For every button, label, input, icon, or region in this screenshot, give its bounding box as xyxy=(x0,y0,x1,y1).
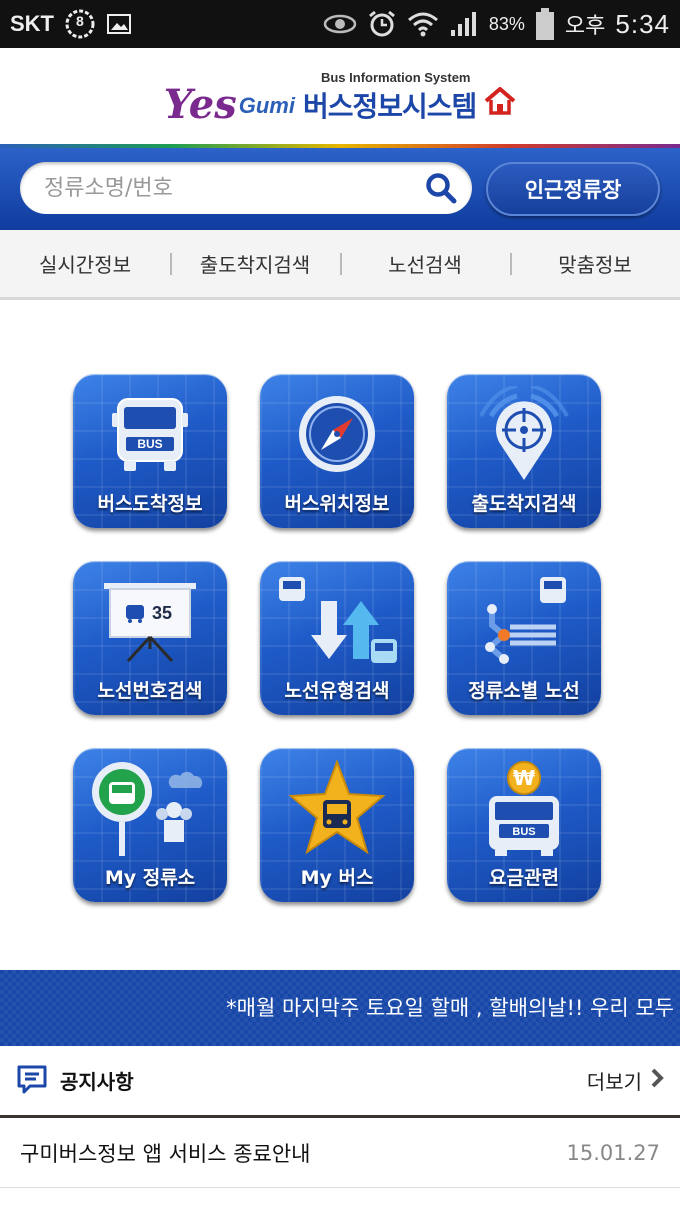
main-tabs: 실시간정보 출도착지검색 노선검색 맞춤정보 xyxy=(0,230,680,300)
alarm-icon xyxy=(367,9,397,39)
notice-header: 공지사항 더보기 xyxy=(0,1046,680,1118)
wifi-icon xyxy=(407,10,439,38)
tab-realtime[interactable]: 실시간정보 xyxy=(0,249,170,278)
route-type-icon xyxy=(260,571,414,671)
chevron-right-icon xyxy=(650,1068,664,1093)
location-pin-icon xyxy=(447,384,601,484)
menu-label: 출도착지검색 xyxy=(471,493,577,515)
star-bus-icon xyxy=(260,758,414,858)
status-bar: SKT 8 83% 오후 5:34 xyxy=(0,0,680,48)
menu-label: 버스도착정보 xyxy=(97,493,203,515)
fare-won-icon: ₩ BUS xyxy=(447,758,601,858)
bus-plate-text: BUS xyxy=(137,437,162,451)
notice-title: 공지사항 xyxy=(60,1070,134,1094)
menu-label: 요금관련 xyxy=(489,867,559,889)
menu-label: My 정류소 xyxy=(104,867,196,889)
menu-my-stop[interactable]: My 정류소 xyxy=(73,748,227,902)
announcement-ticker[interactable]: *매월 마지막주 토요일 할매 , 할배의날!! 우리 모두 xyxy=(0,970,680,1046)
route-board-icon: 35 xyxy=(73,571,227,671)
logo-yes-text: Yes xyxy=(163,80,237,128)
menu-label: 노선번호검색 xyxy=(97,680,203,702)
tab-origin-destination[interactable]: 출도착지검색 xyxy=(170,249,340,278)
logo-title-block: Bus Information System 버스정보시스템 xyxy=(302,69,477,125)
search-box xyxy=(20,162,472,214)
menu-label: 노선유형검색 xyxy=(284,680,390,702)
route-board-number: 35 xyxy=(152,603,172,623)
image-icon xyxy=(106,12,132,36)
more-button[interactable]: 더보기 xyxy=(587,1066,664,1095)
notice-item-date: 15.01.27 xyxy=(566,1140,660,1165)
battery-icon xyxy=(535,7,555,41)
logo-subtitle: Bus Information System xyxy=(320,69,471,85)
tab-custom-info[interactable]: 맞춤정보 xyxy=(510,249,680,278)
menu-bus-arrival[interactable]: BUS 버스도착정보 xyxy=(73,374,227,528)
menu-my-bus[interactable]: My 버스 xyxy=(260,748,414,902)
notice-item-title: 구미버스정보 앱 서비스 종료안내 xyxy=(20,1141,311,1166)
bus-front-icon: BUS xyxy=(73,384,227,484)
app-logo[interactable]: Yes Gumi Bus Information System 버스정보시스템 xyxy=(164,70,517,125)
bus-plate-text: BUS xyxy=(512,826,535,838)
menu-origin-destination[interactable]: 출도착지검색 xyxy=(447,374,601,528)
menu-fare-info[interactable]: ₩ BUS 요금관련 xyxy=(447,748,601,902)
menu-route-number-search[interactable]: 35 노선번호검색 xyxy=(73,561,227,715)
page-title: 버스정보시스템 xyxy=(302,89,477,123)
menu-label: 버스위치정보 xyxy=(284,493,390,515)
menu-grid: BUS 버스도착정보 버스위치정보 출도착지검색 35 노선번호검색 노선유형검… xyxy=(0,300,680,970)
app-header: Yes Gumi Bus Information System 버스정보시스템 xyxy=(0,48,680,146)
menu-bus-position[interactable]: 버스위치정보 xyxy=(260,374,414,528)
search-icon[interactable] xyxy=(424,171,458,205)
compass-icon xyxy=(260,384,414,484)
nearby-stops-button[interactable]: 인근정류장 xyxy=(486,162,660,216)
tab-route-search[interactable]: 노선검색 xyxy=(340,249,510,278)
notice-list-item[interactable]: 구미버스정보 앱 서비스 종료안내 15.01.27 xyxy=(0,1118,680,1188)
home-icon[interactable] xyxy=(484,86,516,119)
search-input[interactable] xyxy=(44,175,414,201)
ticker-text: *매월 마지막주 토요일 할매 , 할배의날!! 우리 모두 xyxy=(226,996,674,1020)
more-label: 더보기 xyxy=(586,1070,642,1094)
ampm-label: 오후 xyxy=(564,13,606,38)
svg-text:₩: ₩ xyxy=(513,766,535,790)
carrier-label: SKT xyxy=(10,11,54,36)
signal-icon xyxy=(449,10,479,38)
search-bar-area: 인근정류장 xyxy=(0,148,680,230)
menu-label: 정류소별 노선 xyxy=(468,680,580,702)
bus-stop-sign-icon xyxy=(73,758,227,858)
notification-count: 8 xyxy=(76,13,84,29)
battery-percent: 83% xyxy=(488,13,525,34)
eye-icon xyxy=(323,12,357,36)
stop-route-map-icon xyxy=(447,571,601,671)
menu-label: My 버스 xyxy=(300,867,374,889)
logo-gumi-text: Gumi xyxy=(238,92,295,118)
menu-routes-by-stop[interactable]: 정류소별 노선 xyxy=(447,561,601,715)
menu-route-type-search[interactable]: 노선유형검색 xyxy=(260,561,414,715)
notice-icon xyxy=(16,1063,48,1099)
clock: 5:34 xyxy=(615,8,670,39)
